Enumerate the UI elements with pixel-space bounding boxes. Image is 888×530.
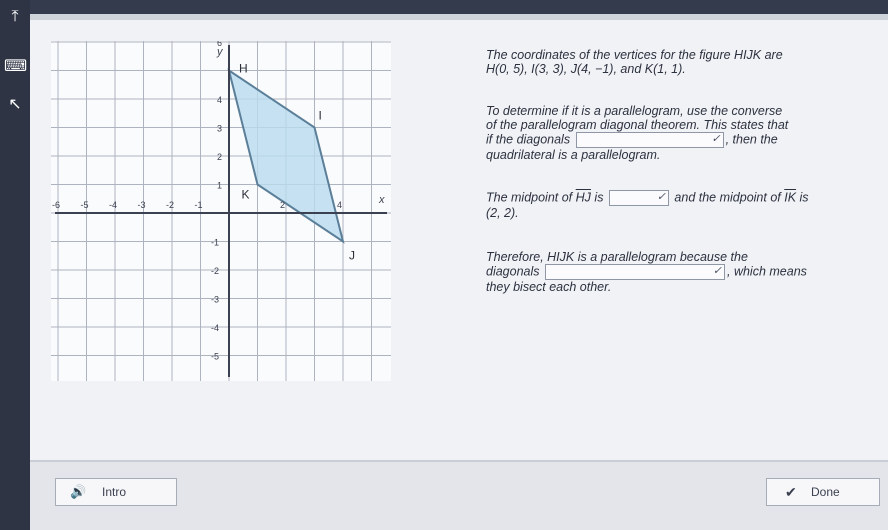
keyboard-icon[interactable]: ⌨ [4,58,27,76]
graph-background [51,41,391,381]
theorem-line-3: if the diagonals ✓ , then the [486,132,886,148]
y-tick-label: -2 [211,266,219,276]
conclusion-line-1: Therefore, HIJK is a parallelogram becau… [486,250,748,264]
x-tick-label: -4 [109,200,117,210]
midpoint-hj-dropdown[interactable]: ✓ [608,190,669,206]
conclusion-paragraph: Therefore, HIJK is a parallelogram becau… [486,250,886,294]
theorem-line-2: of the parallelogram diagonal theorem. T… [486,118,789,132]
x-tick-label: 4 [337,200,342,210]
vertex-label-j: J [349,249,355,263]
theorem-line-1: To determine if it is a parallelogram, u… [486,104,783,118]
vertex-label-h: H [239,62,248,76]
midpoint-line-1: The midpoint of HJ is ✓ and the midpoint… [486,190,886,206]
conclusion-line-2: diagonals ✓ , which means [486,264,886,280]
pin-icon[interactable]: ↖ [4,96,26,114]
vertex-label-k: K [242,188,250,202]
segment-ik: IK [784,190,797,205]
conclusion-text-a: diagonals [486,264,540,279]
chevron-down-icon: ✓ [711,133,721,145]
y-tick-label: 4 [217,95,222,105]
checkmark-icon: ✔ [785,484,797,500]
x-axis-label: x [378,194,385,206]
midpoint-text-c: and the midpoint of [674,190,781,205]
coordinates-paragraph: The coordinates of the vertices for the … [486,48,886,76]
x-tick-label: -1 [195,200,203,210]
left-sidebar: ⤒ ⌨ ↖ [0,0,30,530]
intro-button[interactable]: 🔊 Intro [55,478,177,506]
speaker-icon: 🔊 [70,484,87,499]
coordinates-line-1: The coordinates of the vertices for the … [486,48,783,62]
up-arrow-icon[interactable]: ⤒ [4,8,26,26]
y-tick-label: 3 [217,124,222,134]
diagonals-condition-dropdown[interactable]: ✓ [575,132,724,148]
midpoint-text-d: is [799,190,809,205]
theorem-line-3a: if the diagonals [486,132,571,147]
x-tick-label: -2 [166,200,174,210]
done-button-label: Done [811,485,840,499]
y-tick-label: 2 [217,152,222,162]
coordinate-grid: -6-5-4-3-2-124664321-1-2-3-4-5 HIJK x y [51,38,399,385]
theorem-line-3b: , then the [725,132,778,147]
midpoint-text-b: is [594,190,604,205]
conclusion-text-b: , which means [727,264,807,279]
y-tick-label: 1 [217,181,222,191]
vertex-label-i: I [319,109,322,123]
segment-hj: HJ [575,190,591,205]
theorem-paragraph: To determine if it is a parallelogram, u… [486,104,886,162]
chevron-down-icon: ✓ [656,191,666,203]
y-tick-label: -4 [211,323,219,333]
midpoint-line-2: (2, 2). [486,206,519,220]
x-tick-label: -6 [52,200,60,210]
coordinates-line-2: H(0, 5), I(3, 3), J(4, −1), and K(1, 1). [486,62,686,76]
x-tick-label: -5 [81,200,89,210]
window-top-bar [0,0,888,14]
conclusion-line-3: they bisect each other. [486,280,612,294]
intro-button-label: Intro [102,485,127,499]
midpoint-text-a: The midpoint of [486,190,573,205]
diagonals-conclusion-dropdown[interactable]: ✓ [545,264,725,280]
y-tick-label: -1 [211,238,219,248]
instruction-text: The coordinates of the vertices for the … [486,48,886,312]
chevron-down-icon: ✓ [712,265,722,277]
x-tick-label: -3 [138,200,146,210]
y-tick-label: -5 [211,352,219,362]
midpoint-paragraph: The midpoint of HJ is ✓ and the midpoint… [486,190,886,220]
done-button[interactable]: ✔ Done [766,478,880,506]
x-tick-label: 2 [280,200,285,210]
graph-svg: -6-5-4-3-2-124664321-1-2-3-4-5 HIJK x y [51,38,399,385]
theorem-line-4: quadrilateral is a parallelogram. [486,148,661,162]
y-tick-label: -3 [211,295,219,305]
